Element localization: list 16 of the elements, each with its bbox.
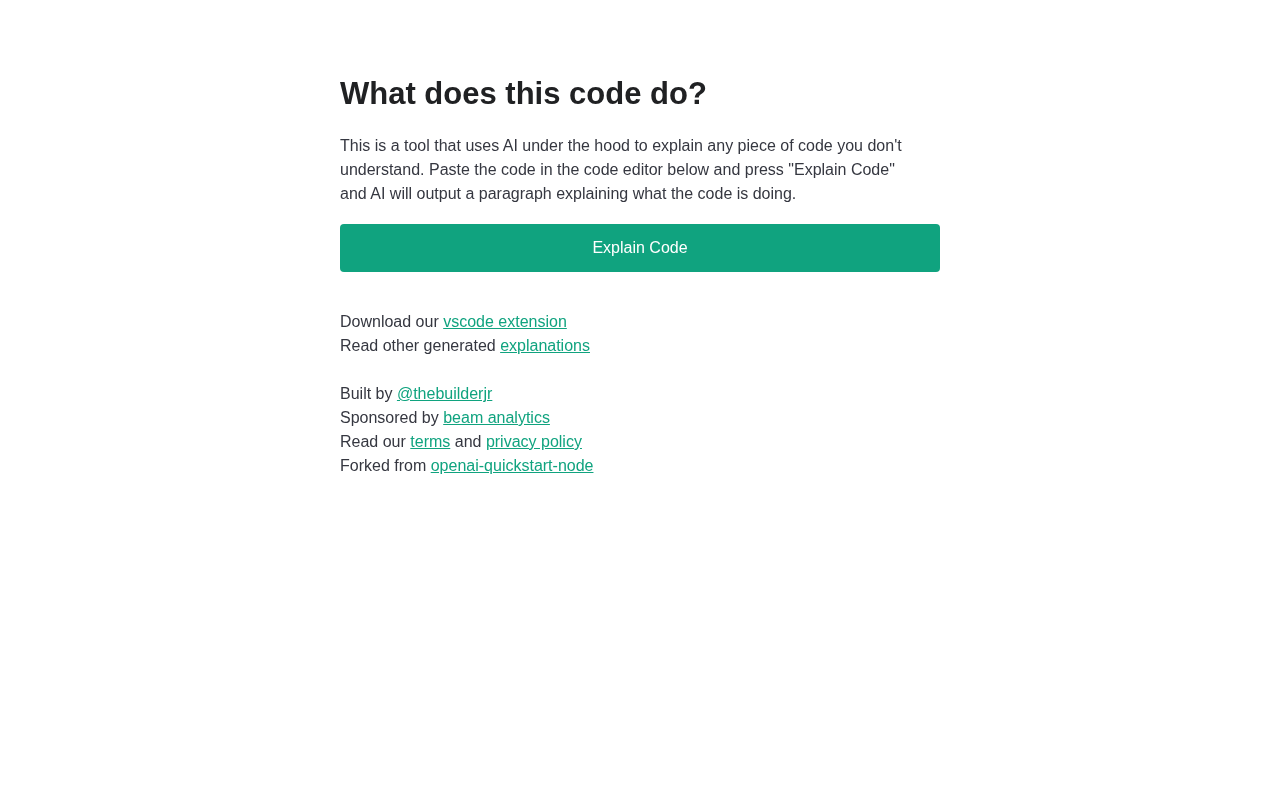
page-title: What does this code do? (340, 75, 708, 113)
footer-line: Download our vscode extension (340, 312, 567, 332)
footer-link[interactable]: terms (410, 433, 451, 450)
footer-link[interactable]: beam analytics (443, 409, 550, 426)
footer-link[interactable]: vscode extension (443, 313, 567, 330)
footer-line: Read other generated explanations (340, 336, 590, 356)
footer-link[interactable]: openai-quickstart-node (430, 457, 594, 474)
footer-line: Sponsored by beam analytics (340, 408, 550, 428)
footer-link[interactable]: @thebuilderjr (396, 385, 493, 402)
footer-link[interactable]: privacy policy (485, 433, 582, 450)
footer-line: Built by @thebuilderjr (340, 384, 493, 404)
intro-paragraph: This is a tool that uses AI under the hood to explain any piece of code you don't understand. Paste the code in the code editor below and press "Explain Code" and AI will output a paragraph explaining what the code is doing. (340, 136, 903, 204)
footer-line: Read our terms and privacy policy (340, 432, 582, 452)
explain-code-button[interactable]: Explain Code (340, 224, 940, 272)
footer-line: Forked from openai-quickstart-node (340, 456, 594, 476)
footer-link[interactable]: explanations (500, 337, 590, 354)
